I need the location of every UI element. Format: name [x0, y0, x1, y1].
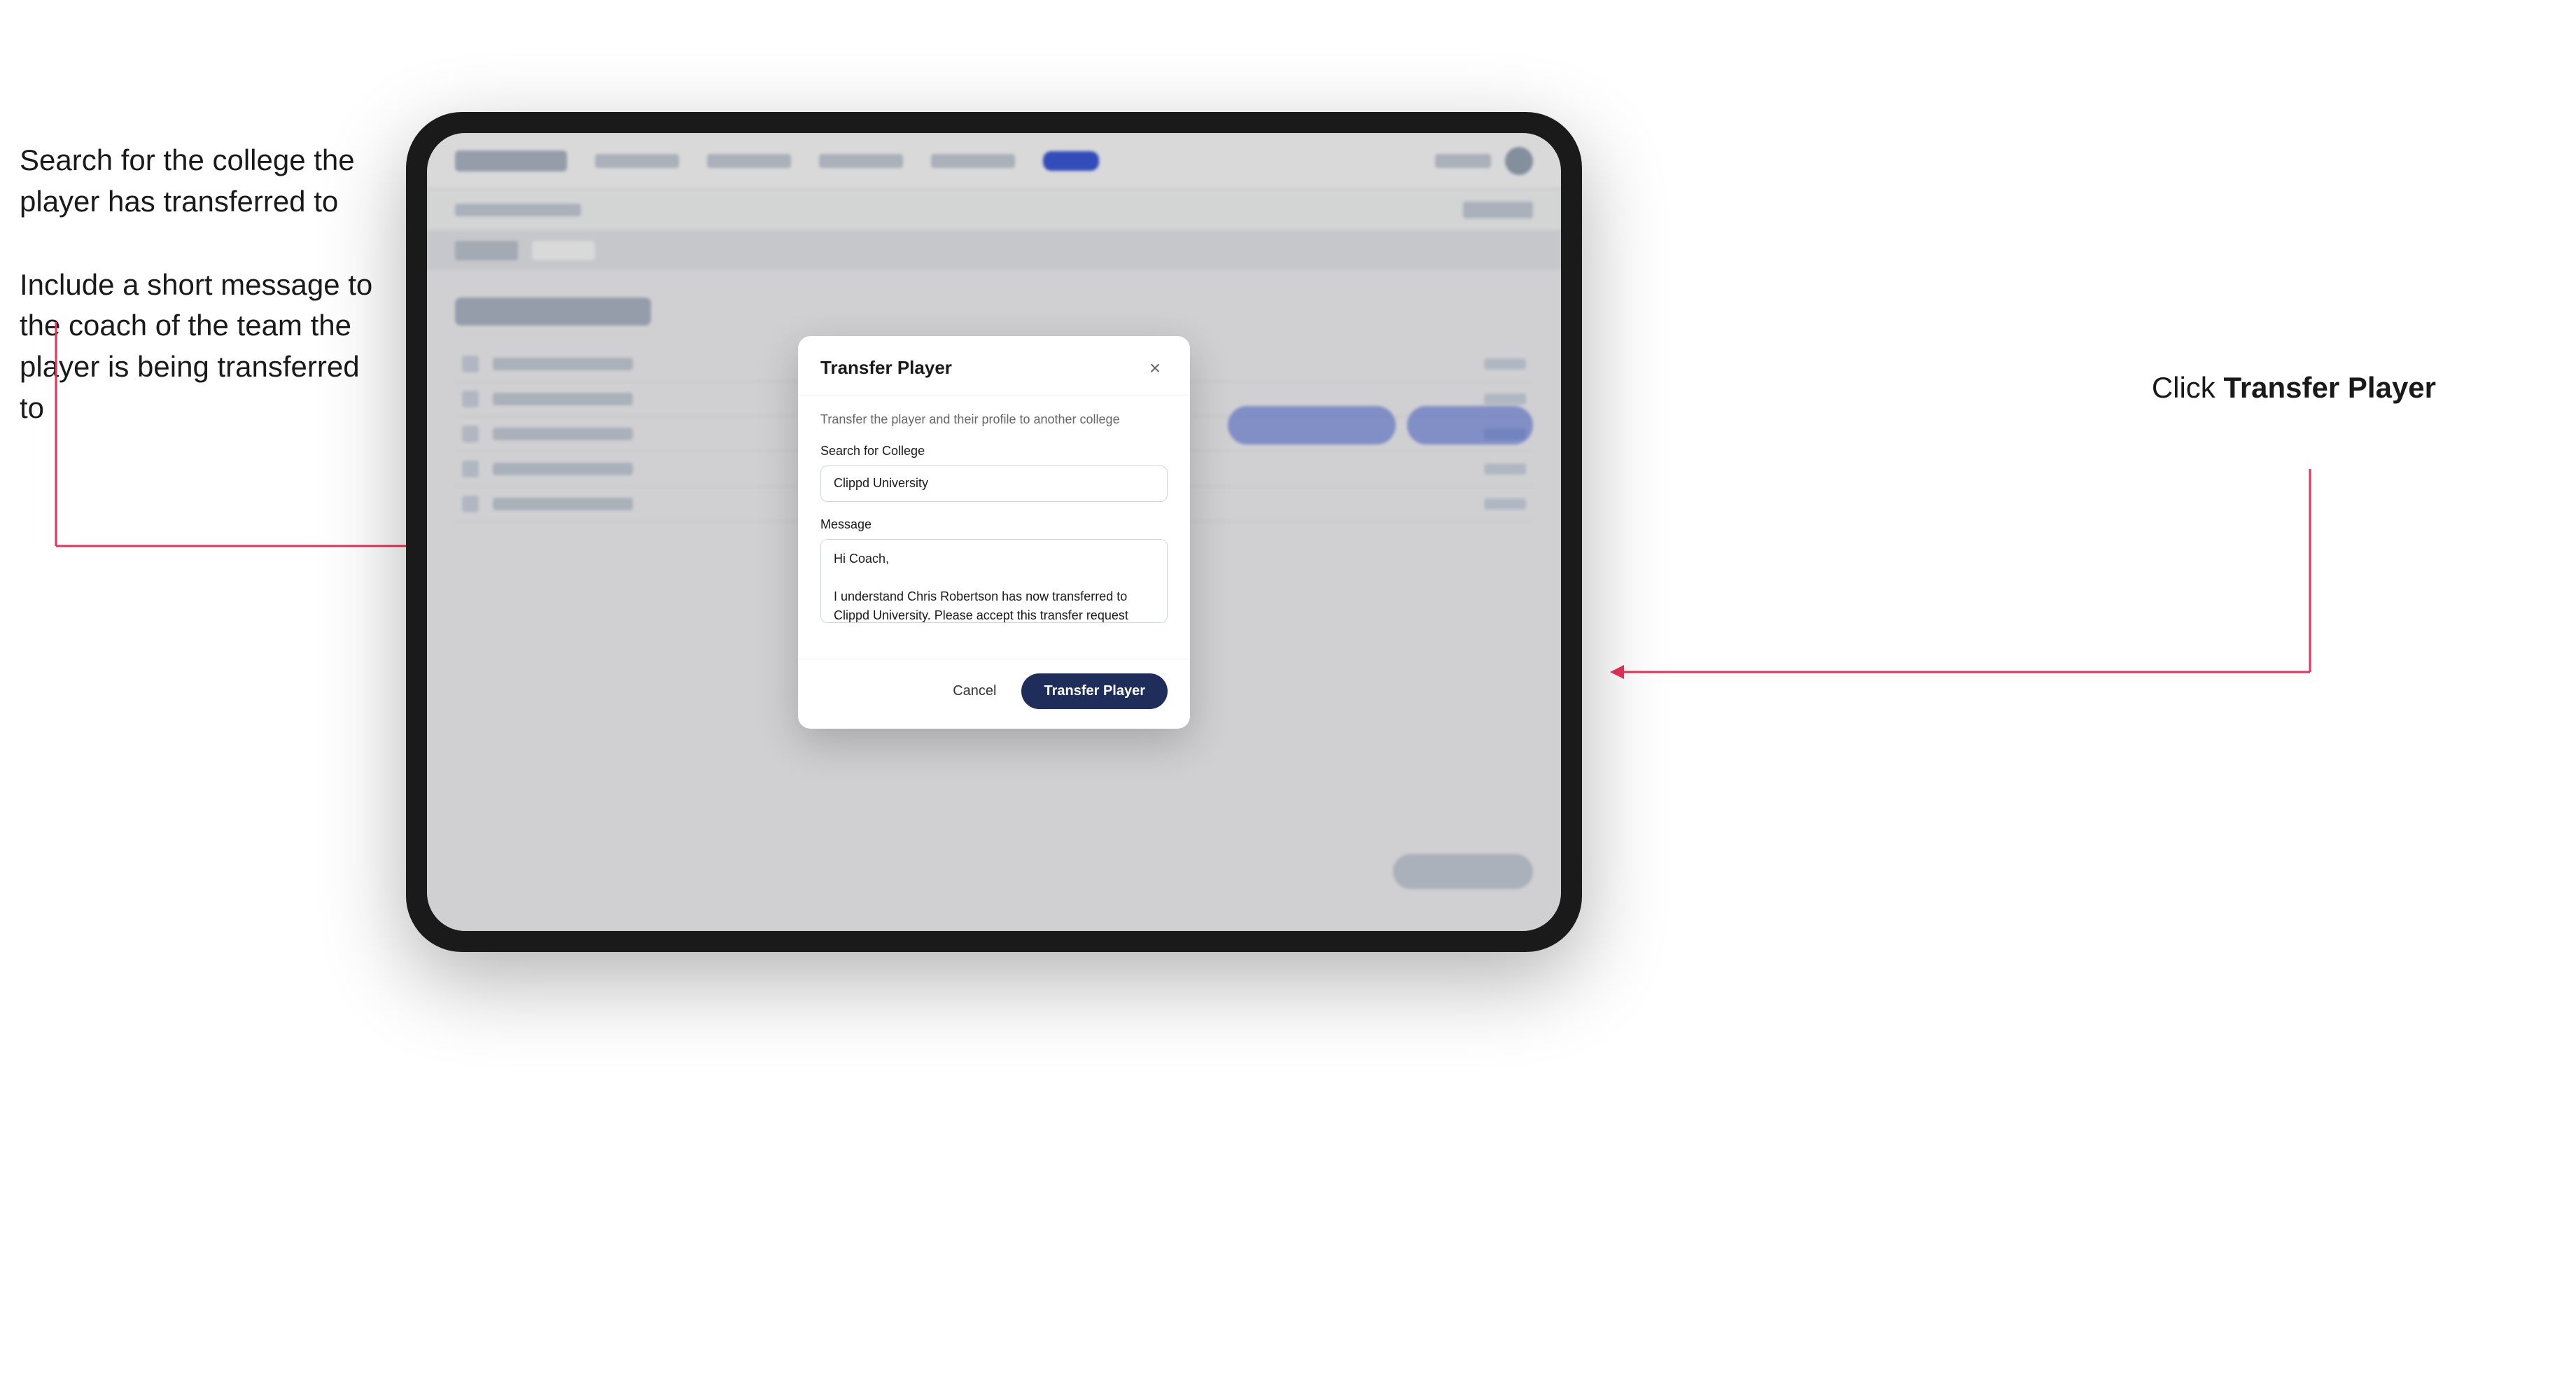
modal-subtitle: Transfer the player and their profile to…	[820, 412, 1168, 427]
annotation-left: Search for the college the player has tr…	[20, 140, 384, 471]
modal-body: Transfer the player and their profile to…	[798, 396, 1190, 659]
annotation-click-text: Click	[2152, 371, 2216, 404]
transfer-player-modal: Transfer Player × Transfer the player an…	[798, 336, 1190, 729]
annotation-search-text: Search for the college the player has tr…	[20, 140, 384, 223]
message-label: Message	[820, 517, 1168, 532]
cancel-button[interactable]: Cancel	[939, 675, 1010, 708]
modal-close-button[interactable]: ×	[1142, 356, 1168, 381]
annotation-right: Click Transfer Player	[2152, 371, 2436, 405]
message-group: Message	[820, 517, 1168, 626]
annotation-message-text: Include a short message to the coach of …	[20, 265, 384, 429]
modal-title: Transfer Player	[820, 357, 952, 379]
modal-header: Transfer Player ×	[798, 336, 1190, 396]
message-textarea[interactable]	[820, 539, 1168, 623]
college-search-input[interactable]	[820, 465, 1168, 502]
modal-overlay: Transfer Player × Transfer the player an…	[427, 133, 1561, 931]
transfer-player-button[interactable]: Transfer Player	[1021, 673, 1168, 709]
college-label: Search for College	[820, 444, 1168, 458]
close-icon: ×	[1149, 357, 1161, 379]
college-search-group: Search for College	[820, 444, 1168, 502]
ipad-screen: Transfer Player × Transfer the player an…	[427, 133, 1561, 931]
modal-footer: Cancel Transfer Player	[798, 659, 1190, 729]
annotation-transfer-bold: Transfer Player	[2223, 371, 2436, 404]
ipad-frame: Transfer Player × Transfer the player an…	[406, 112, 1582, 952]
